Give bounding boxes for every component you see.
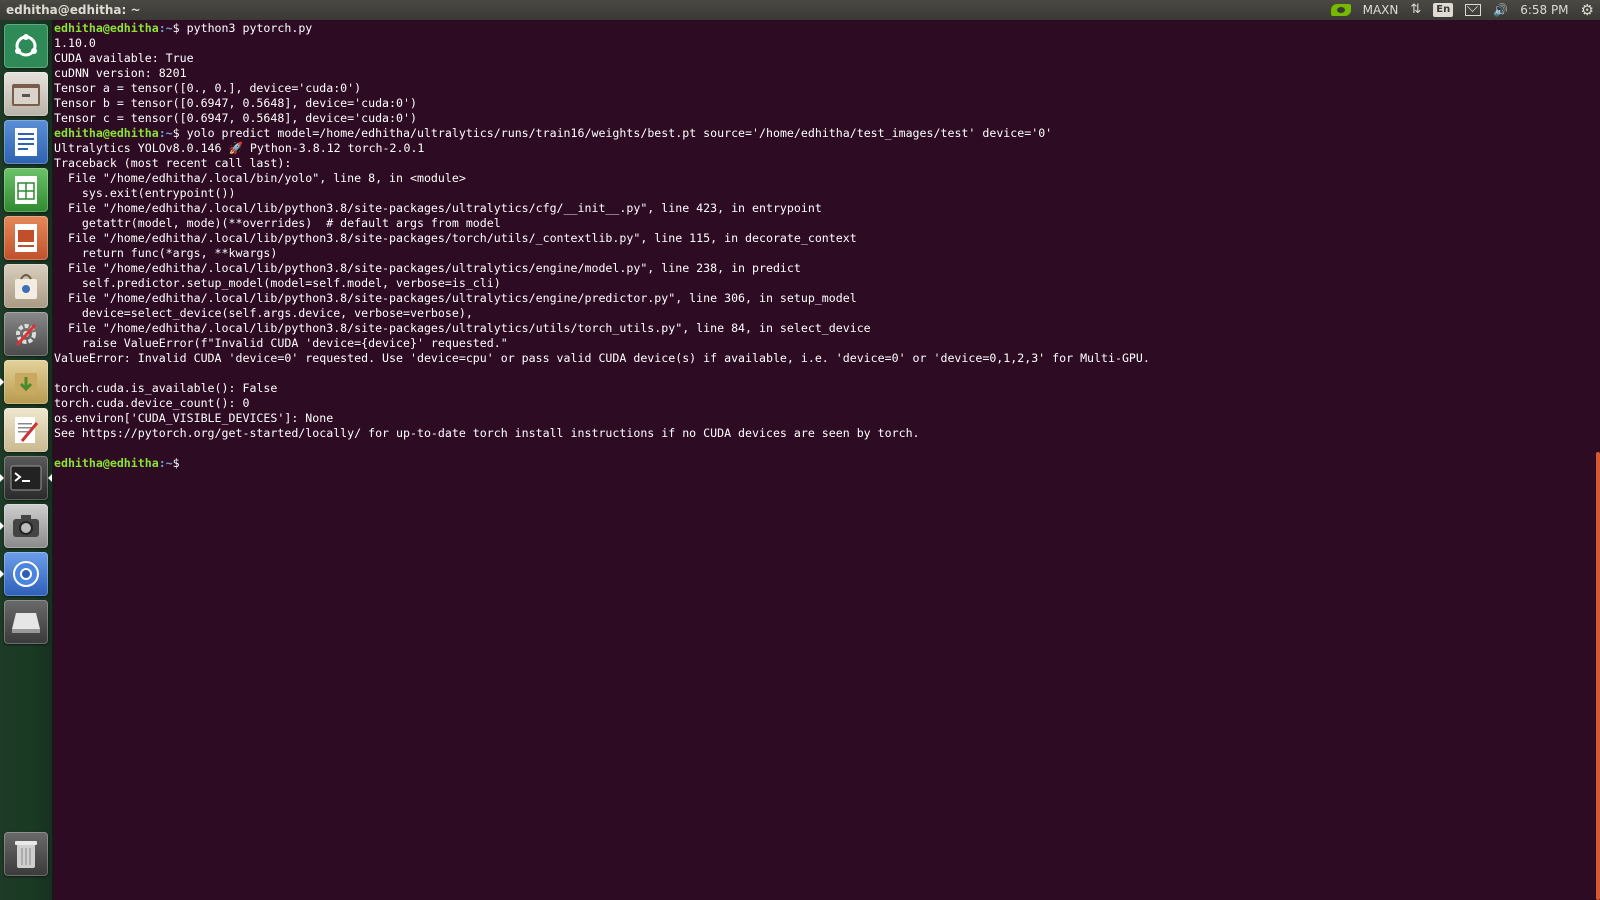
running-indicator [0,474,4,482]
terminal-output-line: File "/home/edhitha/.local/lib/python3.8… [54,261,801,275]
prompt-user: edhitha@edhitha [54,126,159,140]
terminal-output-line: self.predictor.setup_model(model=self.mo… [54,276,501,290]
terminal-output-line: device=select_device(self.args.device, v… [54,306,473,320]
prompt-path: :~ [158,126,173,140]
terminal-command-line: edhitha@edhitha:~$ python3 pytorch.py [54,21,312,36]
nvidia-icon[interactable] [1330,0,1351,20]
terminal-output-line: getattr(model, mode)(**overrides) # defa… [54,216,501,230]
gear-icon[interactable]: ⚙ [1581,0,1594,20]
trash-icon[interactable] [4,832,48,876]
terminal-output-line: 1.10.0 [54,36,96,50]
terminal-output-line: Tensor b = tensor([0.6947, 0.5648], devi… [54,96,417,110]
text-editor-icon[interactable] [4,408,48,452]
terminal-output-line: torch.cuda.is_available(): False [54,381,278,395]
terminal-window[interactable]: edhitha@edhitha:~$ python3 pytorch.py 1.1… [53,20,1600,900]
window-title: edhitha@edhitha: ~ [6,3,141,17]
power-mode-label[interactable]: MAXN [1363,0,1399,20]
package-installer-icon[interactable] [4,360,48,404]
top-panel: edhitha@edhitha: ~ MAXN ⇅ En 🔊 6:58 PM ⚙ [0,0,1600,20]
prompt-user: edhitha@edhitha [54,21,159,35]
calc-icon[interactable] [4,168,48,212]
launcher [0,20,53,900]
writer-icon[interactable] [4,120,48,164]
drive-icon[interactable] [4,600,48,644]
volume-icon[interactable]: 🔊 [1493,0,1508,20]
keyboard-layout-label: En [1433,3,1454,17]
prompt-symbol: $ [172,21,180,35]
terminal-command-line: edhitha@edhitha:~$ [54,456,187,471]
terminal-output-line: Tensor a = tensor([0., 0.], device='cuda… [54,81,362,95]
terminal-output-line: Ultralytics YOLOv8.0.146 🚀 Python-3.8.12… [54,141,425,155]
impress-icon[interactable] [4,216,48,260]
running-indicator [0,570,4,578]
ubuntu-dash-icon[interactable] [4,24,48,68]
prompt-symbol: $ [172,126,180,140]
system-settings-icon[interactable] [4,312,48,356]
network-arrows-icon[interactable]: ⇅ [1410,0,1421,20]
terminal-output-line: Traceback (most recent call last): [54,156,292,170]
terminal-output-line: torch.cuda.device_count(): 0 [54,396,250,410]
terminal-output-line: File "/home/edhitha/.local/lib/python3.8… [54,321,871,335]
software-center-icon[interactable] [4,264,48,308]
terminal-output-line: raise ValueError(f"Invalid CUDA 'device=… [54,336,508,350]
terminal-output-line: File "/home/edhitha/.local/lib/python3.8… [54,201,822,215]
scrollbar[interactable] [1596,452,1600,900]
focused-indicator [48,474,52,482]
terminal-output-line: ValueError: Invalid CUDA 'device=0' requ… [54,351,1150,365]
camera-icon[interactable] [4,504,48,548]
terminal-icon[interactable] [4,456,48,500]
prompt-path: :~ [158,21,173,35]
terminal-output-line: sys.exit(entrypoint()) [54,186,236,200]
files-icon[interactable] [4,72,48,116]
prompt-user: edhitha@edhitha [54,456,159,470]
terminal-output-line: Tensor c = tensor([0.6947, 0.5648], devi… [54,111,417,125]
prompt-symbol: $ [172,456,180,470]
running-indicator [0,378,4,386]
terminal-output-line: File "/home/edhitha/.local/bin/yolo", li… [54,171,466,185]
command-text: python3 pytorch.py [179,21,313,35]
terminal-output-line: cuDNN version: 8201 [54,66,187,80]
command-text [180,456,187,470]
terminal-output-line: File "/home/edhitha/.local/lib/python3.8… [54,291,857,305]
command-text: yolo predict model=/home/edhitha/ultraly… [179,126,1053,140]
prompt-path: :~ [158,456,173,470]
clock[interactable]: 6:58 PM [1520,0,1568,20]
chromium-icon[interactable] [4,552,48,596]
terminal-output-line: return func(*args, **kwargs) [54,246,278,260]
terminal-output-line: See https://pytorch.org/get-started/loca… [54,426,920,440]
terminal-output-line: CUDA available: True [54,51,194,65]
keyboard-icon[interactable]: En [1433,0,1454,20]
running-indicator [0,522,4,530]
system-tray: MAXN ⇅ En 🔊 6:58 PM ⚙ [1330,0,1594,20]
terminal-command-line: edhitha@edhitha:~$ yolo predict model=/h… [54,126,1052,141]
terminal-output-line: os.environ['CUDA_VISIBLE_DEVICES']: None [54,411,334,425]
mail-icon[interactable] [1465,0,1482,20]
terminal-output-line: File "/home/edhitha/.local/lib/python3.8… [54,231,857,245]
